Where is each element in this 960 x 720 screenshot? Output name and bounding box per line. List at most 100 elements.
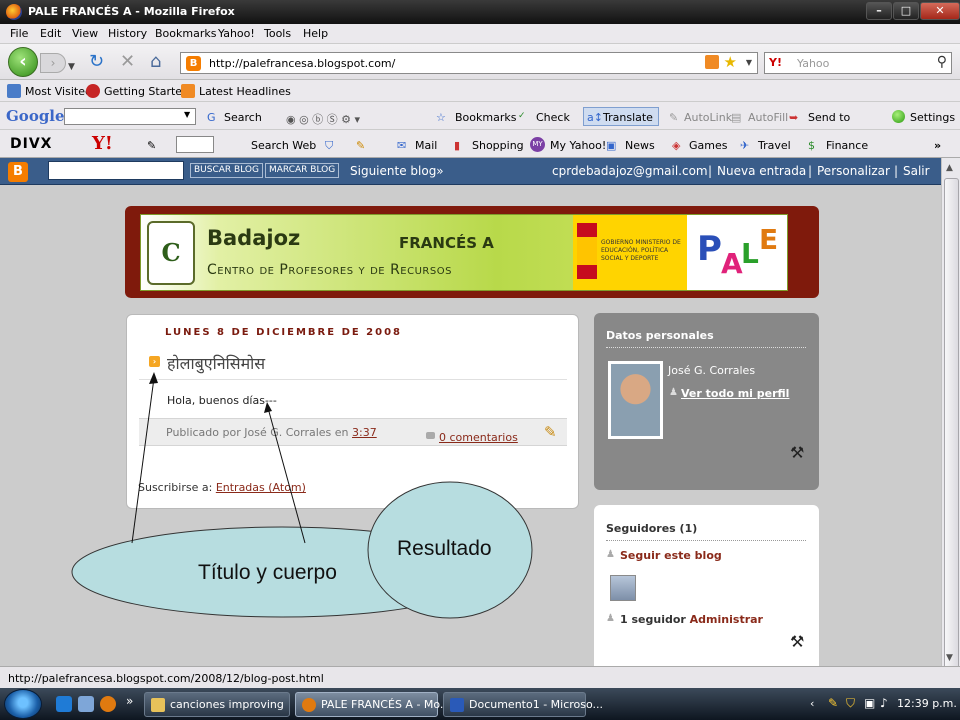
blog-search-input[interactable] <box>48 161 184 180</box>
divx-logo[interactable]: DIVX <box>10 136 52 152</box>
view-profile-link[interactable]: Ver todo mi perfil <box>681 387 789 400</box>
blog-banner[interactable]: C Badajoz FRANCÉS A Centro de Profesores… <box>140 214 788 291</box>
bookmark-latest-headlines[interactable]: Latest Headlines <box>199 85 291 98</box>
task-firefox[interactable]: PALE FRANCÉS A - Mo... <box>295 692 450 717</box>
ministry-text: GOBIERNO MINISTERIO DE EDUCACIÓN, POLÍTI… <box>601 239 681 262</box>
search-engine-icon[interactable]: Y! <box>769 56 782 69</box>
bookmark-star-icon[interactable]: ★ <box>724 53 737 71</box>
reload-icon[interactable]: ↻ <box>89 53 104 71</box>
task-word[interactable]: Documento1 - Microso... <box>443 692 603 717</box>
address-bar[interactable]: B http://palefrancesa.blogspot.com/ ★ ▼ <box>180 52 758 74</box>
chevron-down-icon[interactable]: ▼ <box>184 110 190 119</box>
yahoo-logo[interactable]: Y! <box>92 133 113 154</box>
home-icon[interactable]: ⌂ <box>150 53 161 71</box>
google-search-button[interactable]: Search <box>224 111 262 124</box>
comments-link[interactable]: 0 comentarios <box>439 431 518 444</box>
shopping-icon: ▮ <box>454 139 461 152</box>
blogger-logo-icon[interactable]: B <box>8 162 28 182</box>
stop-icon[interactable]: ✕ <box>120 53 135 71</box>
rss-feed-icon[interactable] <box>705 55 719 69</box>
my-yahoo-button[interactable]: My Yahoo! <box>550 139 606 152</box>
taskbar-clock[interactable]: 12:39 p.m. <box>897 697 957 710</box>
yahoo-search-input[interactable] <box>176 136 214 153</box>
pencil-icon[interactable]: ✎ <box>356 139 365 152</box>
google-sendto-button[interactable]: Send to <box>808 111 850 124</box>
bookmark-most-visited[interactable]: Most Visited <box>25 85 92 98</box>
minimize-button[interactable]: – <box>866 2 892 20</box>
maximize-button[interactable]: □ <box>893 2 919 20</box>
search-box[interactable]: Y! Yahoo ⚲ <box>764 52 952 74</box>
menu-edit[interactable]: Edit <box>40 27 61 40</box>
page-scrollbar[interactable]: ▲ ▼ <box>941 158 960 672</box>
forward-button[interactable]: › <box>40 53 66 73</box>
firefox-quicklaunch-icon[interactable] <box>100 696 116 712</box>
tray-network-icon[interactable]: ▣ <box>864 696 875 710</box>
menu-view[interactable]: View <box>72 27 98 40</box>
quicklaunch-overflow-icon[interactable]: » <box>126 694 133 708</box>
menu-bookmarks[interactable]: Bookmarks <box>155 27 216 40</box>
tray-expand-icon[interactable]: ‹ <box>810 697 814 710</box>
menu-history[interactable]: History <box>108 27 147 40</box>
ministry-logo: GOBIERNO MINISTERIO DE EDUCACIÓN, POLÍTI… <box>573 215 687 290</box>
address-url: http://palefrancesa.blogspot.com/ <box>209 57 396 70</box>
profile-photo[interactable] <box>608 361 663 439</box>
menu-tools[interactable]: Tools <box>264 27 291 40</box>
next-blog-link[interactable]: Siguiente blog» <box>350 164 444 178</box>
customize-link[interactable]: Personalizar <box>817 164 890 178</box>
search-icon[interactable]: ⚲ <box>937 54 947 70</box>
wrench-screwdriver-icon[interactable]: ⚒ <box>790 632 804 651</box>
yahoo-finance-button[interactable]: Finance <box>826 139 868 152</box>
toolbar-icon-strip[interactable]: ◉ ◎ ⓑ Ⓢ ⚙ ▾ <box>286 111 360 127</box>
google-logo[interactable]: Google <box>6 107 65 125</box>
google-search-input[interactable] <box>64 108 196 125</box>
post-title[interactable]: होलाबुएनिसिमोस <box>167 352 265 374</box>
url-dropdown-icon[interactable]: ▼ <box>746 58 752 67</box>
shield-icon[interactable]: ⛉ <box>325 139 333 153</box>
new-post-link[interactable]: Nueva entrada <box>717 164 806 178</box>
yahoo-toolbar: DIVX Y! ✎ Search Web ⛉ ✎ ✉ Mail ▮ Shoppi… <box>0 130 960 158</box>
menu-file[interactable]: File <box>10 27 28 40</box>
follow-blog-link[interactable]: Seguir este blog <box>620 549 722 562</box>
yahoo-mail-button[interactable]: Mail <box>415 139 437 152</box>
yahoo-games-button[interactable]: Games <box>689 139 727 152</box>
google-translate-button[interactable]: Translate <box>603 111 653 124</box>
yahoo-shopping-button[interactable]: Shopping <box>472 139 524 152</box>
subscribe-link[interactable]: Entradas (Atom) <box>216 481 306 494</box>
bookmark-getting-started[interactable]: Getting Started <box>104 85 189 98</box>
scroll-down-icon[interactable]: ▼ <box>946 653 953 663</box>
show-desktop-icon[interactable] <box>78 696 94 712</box>
pencil-icon[interactable]: ✎ <box>147 139 156 152</box>
yahoo-news-button[interactable]: News <box>625 139 655 152</box>
google-bookmarks-button[interactable]: Bookmarks <box>455 111 516 124</box>
history-dropdown-icon[interactable]: ▼ <box>68 58 75 76</box>
wrench-screwdriver-icon[interactable]: ⚒ <box>790 443 804 462</box>
yahoo-search-web-button[interactable]: Search Web <box>251 139 316 152</box>
sendto-icon: ➥ <box>789 111 799 124</box>
edit-pencil-icon[interactable]: ✎ <box>544 423 557 441</box>
menu-help[interactable]: Help <box>303 27 328 40</box>
back-button[interactable]: ‹ <box>8 47 38 77</box>
search-blog-button[interactable]: BUSCAR BLOG <box>190 163 263 178</box>
yahoo-travel-button[interactable]: Travel <box>758 139 791 152</box>
post-time-link[interactable]: 3:37 <box>352 426 377 439</box>
ie-icon[interactable] <box>56 696 72 712</box>
logout-link[interactable]: Salir <box>903 164 930 178</box>
tray-volume-icon[interactable]: ♪ <box>880 696 888 710</box>
google-check-button[interactable]: Check <box>536 111 570 124</box>
toolbar-overflow-icon[interactable]: » <box>934 139 941 152</box>
task-canciones[interactable]: canciones improving <box>144 692 290 717</box>
subscribe-label: Suscribirse a: <box>138 481 216 494</box>
scrollbar-thumb[interactable] <box>944 178 959 672</box>
google-autofill-button[interactable]: AutoFill <box>748 111 788 124</box>
menu-yahoo[interactable]: Yahoo! <box>218 27 255 40</box>
tray-pen-icon[interactable]: ✎ <box>828 696 838 710</box>
google-settings-button[interactable]: Settings <box>910 111 955 124</box>
google-autolink-button[interactable]: AutoLink <box>684 111 732 124</box>
flag-blog-button[interactable]: MARCAR BLOG <box>265 163 340 178</box>
tray-shield-icon[interactable]: ⛉ <box>846 696 855 711</box>
close-button[interactable]: ✕ <box>920 2 960 20</box>
admin-link[interactable]: Administrar <box>690 613 763 626</box>
scroll-up-icon[interactable]: ▲ <box>946 163 953 173</box>
start-button[interactable] <box>4 689 42 719</box>
follower-avatar[interactable] <box>610 575 636 601</box>
